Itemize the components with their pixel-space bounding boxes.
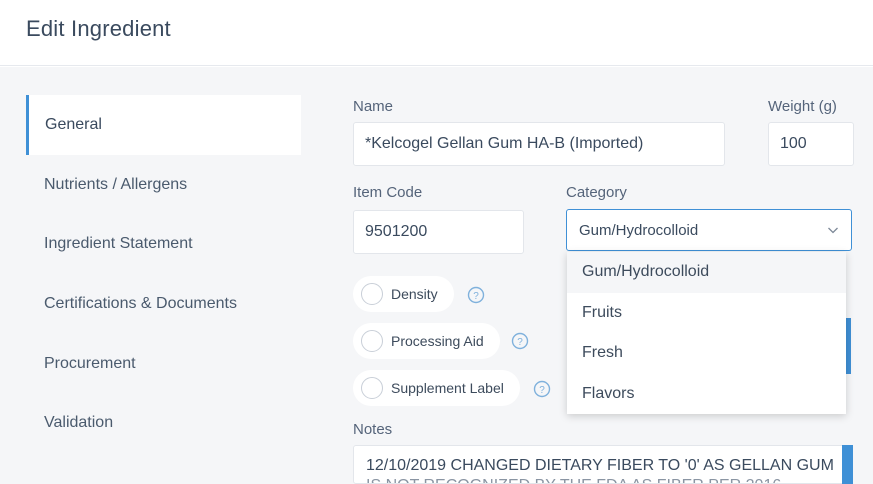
notes-textarea[interactable]: 12/10/2019 CHANGED DIETARY FIBER TO '0' … [353,445,853,484]
svg-text:?: ? [539,385,545,396]
density-toggle[interactable]: Density [353,276,454,312]
category-option[interactable]: Fruits [567,293,846,334]
chevron-down-icon [828,227,838,234]
category-dropdown: Gum/Hydrocolloid Fruits Fresh Flavors [567,252,846,414]
category-option[interactable]: Flavors [567,374,846,415]
weight-label: Weight (g) [768,98,837,115]
notes-scrollbar[interactable] [842,445,853,484]
item-code-input[interactable]: 9501200 [353,210,524,254]
page-header: Edit Ingredient [0,0,873,66]
density-label: Density [391,286,438,302]
density-radio[interactable] [361,283,383,305]
sidebar-item-procurement[interactable]: Procurement [26,334,301,394]
supplement-label-radio[interactable] [361,377,383,399]
question-circle-icon[interactable]: ? [511,332,529,350]
sidebar-item-validation[interactable]: Validation [26,393,301,453]
processing-aid-label: Processing Aid [391,333,484,349]
question-circle-icon[interactable]: ? [533,380,551,398]
name-input[interactable]: *Kelcogel Gellan Gum HA-B (Imported) [353,122,725,166]
sidebar-item-nutrients-allergens[interactable]: Nutrients / Allergens [26,155,301,215]
notes-label: Notes [353,421,393,438]
sidebar-item-ingredient-statement[interactable]: Ingredient Statement [26,214,301,274]
sidebar-item-general[interactable]: General [26,95,301,155]
notes-line: IS NOT RECOGNIZED BY THE FDA AS FIBER PE… [366,476,840,483]
svg-text:?: ? [473,291,479,302]
notes-line: 12/10/2019 CHANGED DIETARY FIBER TO '0' … [366,457,834,474]
sidebar-item-certifications-documents[interactable]: Certifications & Documents [26,274,301,334]
category-option[interactable]: Fresh [567,333,846,374]
category-select[interactable]: Gum/Hydrocolloid [566,209,852,251]
name-label: Name [353,98,394,115]
supplement-label-toggle[interactable]: Supplement Label [353,370,520,406]
form-scrollbar[interactable] [846,318,851,374]
processing-aid-radio[interactable] [361,330,383,352]
svg-text:?: ? [517,337,523,348]
item-code-label: Item Code [353,184,423,201]
supplement-label-label: Supplement Label [391,380,504,396]
category-option[interactable]: Gum/Hydrocolloid [567,252,846,293]
processing-aid-toggle[interactable]: Processing Aid [353,323,500,359]
category-selected-value: Gum/Hydrocolloid [579,221,699,239]
weight-input[interactable]: 100 [768,122,854,166]
question-circle-icon[interactable]: ? [467,286,485,304]
page-title: Edit Ingredient [26,16,171,41]
category-label: Category [566,184,627,201]
